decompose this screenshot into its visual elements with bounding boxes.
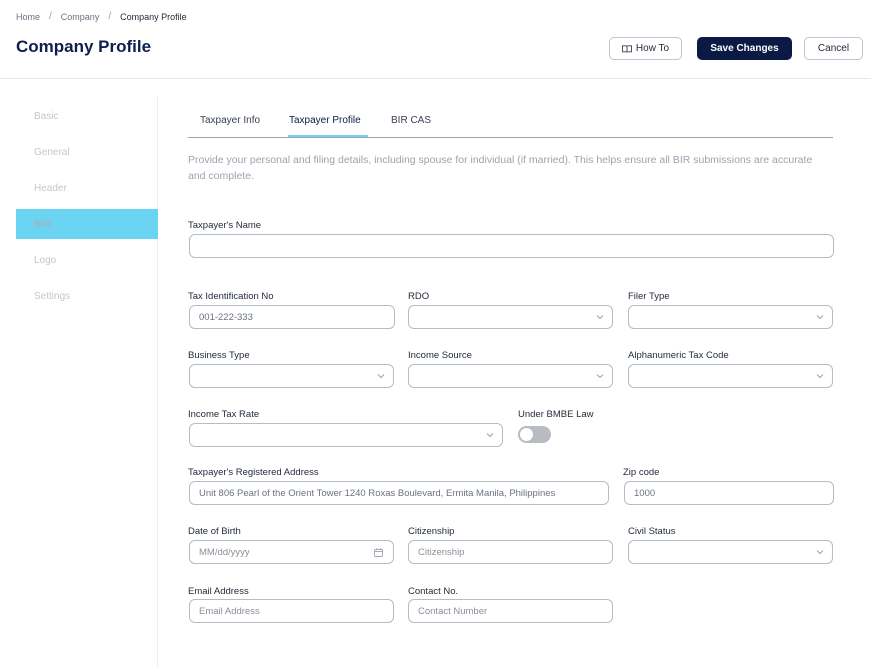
citizenship-label: Citizenship — [408, 526, 455, 537]
address-input[interactable]: Unit 806 Pearl of the Orient Tower 1240 … — [189, 481, 609, 505]
breadcrumb-separator: / — [108, 11, 112, 22]
cancel-button[interactable]: Cancel — [804, 37, 863, 60]
chevron-down-icon — [596, 315, 604, 320]
page-title: Company Profile — [16, 37, 152, 56]
income-source-label: Income Source — [408, 350, 472, 361]
filer-type-select[interactable] — [628, 305, 833, 329]
income-tax-rate-select[interactable] — [189, 423, 503, 447]
chevron-down-icon — [486, 433, 494, 438]
toggle-knob — [520, 428, 533, 441]
address-label: Taxpayer's Registered Address — [188, 467, 319, 478]
taxpayer-name-label: Taxpayer's Name — [188, 220, 262, 231]
bmbe-label: Under BMBE Law — [518, 409, 594, 420]
tin-label: Tax Identification No — [188, 291, 274, 302]
breadcrumb-separator: / — [49, 11, 52, 22]
email-label: Email Address — [188, 586, 249, 597]
business-type-label: Business Type — [188, 350, 250, 361]
breadcrumb-current: Company Profile — [120, 11, 187, 22]
save-changes-button[interactable]: Save Changes — [697, 37, 792, 60]
tin-value: 001-222-333 — [199, 311, 253, 323]
civil-status-select[interactable] — [628, 540, 833, 564]
chevron-down-icon — [377, 374, 385, 379]
sidebar-item-general[interactable]: General — [16, 137, 158, 167]
chevron-down-icon — [816, 315, 824, 320]
taxpayer-name-input[interactable] — [189, 234, 834, 258]
breadcrumb-home[interactable]: Home — [16, 12, 40, 22]
tab-bir-cas[interactable]: BIR CAS — [391, 115, 431, 126]
income-source-select[interactable] — [408, 364, 613, 388]
contact-placeholder: Contact Number — [418, 605, 488, 617]
how-to-label: How To — [635, 43, 670, 54]
breadcrumb: Home / Company / Company Profile — [16, 11, 187, 22]
rdo-select[interactable] — [408, 305, 613, 329]
citizenship-placeholder: Citizenship — [418, 546, 465, 558]
chevron-down-icon — [596, 374, 604, 379]
zip-value: 1000 — [634, 487, 656, 499]
atc-label: Alphanumeric Tax Code — [628, 350, 729, 361]
chevron-down-icon — [816, 374, 824, 379]
business-type-select[interactable] — [189, 364, 394, 388]
page-header: Home / Company / Company Profile Company… — [0, 0, 871, 79]
tab-bar: Taxpayer Info Taxpayer Profile BIR CAS — [188, 108, 833, 138]
sidebar-item-header[interactable]: Header — [16, 173, 158, 203]
sidebar-item-logo[interactable]: Logo — [16, 245, 158, 275]
dob-input[interactable]: MM/dd/yyyy — [189, 540, 394, 564]
sidebar-item-bir[interactable]: BIR — [16, 209, 158, 239]
income-tax-rate-label: Income Tax Rate — [188, 409, 260, 420]
sidebar-item-settings[interactable]: Settings — [16, 281, 158, 311]
rdo-label: RDO — [408, 291, 430, 302]
filer-type-label: Filer Type — [628, 291, 670, 302]
intro-text: Provide your personal and filing details… — [188, 154, 813, 182]
email-placeholder: Email Address — [199, 605, 260, 617]
email-input[interactable]: Email Address — [189, 599, 394, 623]
dob-label: Date of Birth — [188, 526, 241, 537]
civil-status-label: Civil Status — [628, 526, 676, 537]
contact-label: Contact No. — [408, 586, 459, 597]
citizenship-input[interactable]: Citizenship — [408, 540, 613, 564]
contact-input[interactable]: Contact Number — [408, 599, 613, 623]
address-value: Unit 806 Pearl of the Orient Tower 1240 … — [199, 487, 556, 499]
active-tab-indicator — [288, 135, 368, 137]
tin-input[interactable]: 001-222-333 — [189, 305, 395, 329]
how-to-button[interactable]: How To — [609, 37, 682, 60]
sidebar-item-basic[interactable]: Basic — [16, 101, 158, 131]
book-icon — [621, 44, 632, 53]
dob-placeholder: MM/dd/yyyy — [199, 546, 250, 558]
zip-input[interactable]: 1000 — [624, 481, 834, 505]
breadcrumb-company[interactable]: Company — [61, 12, 100, 22]
tab-taxpayer-info[interactable]: Taxpayer Info — [200, 115, 260, 126]
zip-label: Zip code — [623, 467, 660, 478]
bmbe-toggle[interactable] — [518, 426, 551, 443]
atc-select[interactable] — [628, 364, 833, 388]
chevron-down-icon — [816, 550, 824, 555]
calendar-icon[interactable] — [374, 548, 383, 557]
tab-taxpayer-profile[interactable]: Taxpayer Profile — [289, 115, 361, 126]
